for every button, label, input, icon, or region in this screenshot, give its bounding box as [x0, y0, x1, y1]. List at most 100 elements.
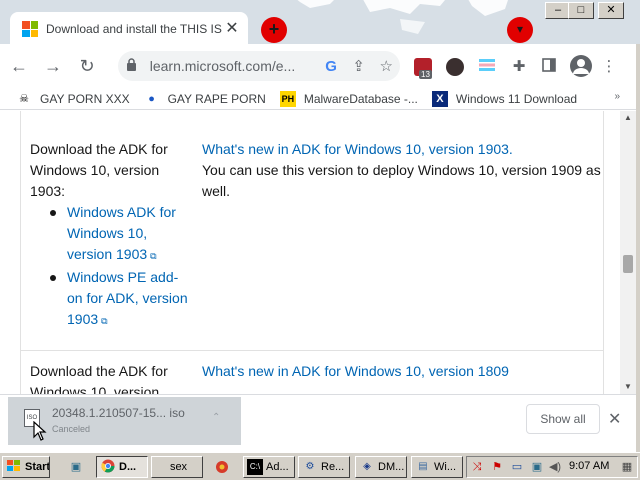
windows-logo-icon [6, 459, 22, 475]
page-content: Download the ADK for Windows 10, version… [0, 111, 620, 394]
globe-icon: ● [148, 92, 155, 105]
taskbar-button-regedit[interactable]: ⚙ Re... [298, 456, 350, 478]
taskbar-button-label: sex [169, 461, 188, 473]
microsoft-logo-icon [22, 21, 38, 37]
tab-search-button[interactable]: ▾ [507, 17, 533, 43]
row-heading: Download the ADK for Windows 10, version… [30, 141, 168, 199]
bookmark-label: MalwareDatabase -... [303, 91, 418, 106]
taskbar-button-label: Re... [321, 461, 345, 473]
tab-strip: Download and install the THIS IS C ✕ + ▾… [0, 0, 640, 44]
close-shelf-icon[interactable]: ✕ [608, 409, 621, 429]
taskbar-button-label: DM... [378, 461, 405, 473]
bookmark-item[interactable]: PH MalwareDatabase -... [279, 90, 418, 107]
bookmark-label: GAY RAPE PORN [167, 91, 266, 106]
bookmark-item[interactable]: ● GAY RAPE PORN [144, 91, 266, 107]
share-icon[interactable]: ⇪ [345, 57, 373, 75]
scroll-up-icon[interactable]: ▲ [620, 111, 636, 125]
puzzle-extensions-icon[interactable]: ✚ [510, 58, 528, 76]
list-item: Windows ADK for Windows 10, version 1903… [30, 202, 190, 267]
windows-pe-addon-link[interactable]: Windows PE add-on for ADK, version 1903 [67, 269, 188, 327]
stripes-extension-icon[interactable] [478, 58, 496, 76]
ph-icon: PH [279, 90, 296, 107]
profile-avatar-icon[interactable] [570, 55, 592, 77]
bookmarks-bar: ☠ GAY PORN XXX ● GAY RAPE PORN PH Malwar… [0, 88, 640, 110]
cmd-icon: C:\ [247, 459, 263, 475]
paint-icon[interactable] [214, 459, 230, 475]
extension-badge: 13 [419, 70, 432, 79]
reload-button[interactable]: ↻ [72, 51, 102, 81]
window-border [636, 44, 640, 480]
download-item[interactable]: ISO 20348.1.210507-15... iso Canceled ⌃ [8, 397, 241, 445]
chrome-icon [100, 459, 116, 475]
vertical-scrollbar[interactable]: ▲ ▼ [620, 111, 636, 394]
taskbar-button-label: Wi... [434, 461, 456, 473]
back-button[interactable]: ← [4, 51, 34, 81]
volume-icon[interactable]: ◀) [547, 459, 563, 475]
download-links-list: Windows ADK for Windows 10, version 1903… [30, 202, 190, 332]
table-cell-right: What's new in ADK for Windows 10, versio… [202, 139, 602, 202]
download-shelf: ISO 20348.1.210507-15... iso Canceled ⌃ … [0, 394, 636, 452]
winpe-icon: ▤ [418, 461, 428, 472]
system-tray: ⤨ ⚑ ▭ ▣ ◀) 9:07 AM ▦ [466, 456, 638, 478]
start-button[interactable]: Start [2, 456, 50, 478]
taskbar-button-chrome[interactable]: D... [96, 456, 148, 478]
ublock-extension-icon[interactable]: 13 [414, 58, 432, 79]
active-tab[interactable]: Download and install the THIS IS C ✕ [10, 12, 248, 44]
show-all-button[interactable]: Show all [526, 404, 600, 434]
windows-adk-link[interactable]: Windows ADK for Windows 10, version 1903 [67, 204, 176, 262]
taskbar-button-dm[interactable]: ◈ DM... [355, 456, 407, 478]
bookmark-star-icon[interactable]: ☆ [372, 57, 400, 75]
lock-icon[interactable] [126, 58, 144, 74]
tray-arrows-icon[interactable]: ⤨ [469, 459, 485, 475]
external-link-icon: ⧉ [101, 316, 108, 326]
address-bar[interactable]: learn.microsoft.com/e... G ⇪ ☆ [118, 51, 400, 81]
chevron-up-icon[interactable]: ⌃ [212, 412, 220, 423]
tray-display-icon[interactable]: ▣ [529, 459, 545, 475]
menu-kebab-icon[interactable]: ⋮ [600, 58, 618, 76]
list-item: Windows PE add-on for ADK, version 1903 ⧉ [30, 267, 190, 332]
table-row: Download the ADK for Windows 10, version… [21, 351, 603, 394]
whats-new-1809-link[interactable]: What's new in ADK for Windows 10, versio… [202, 361, 602, 382]
regedit-icon: ⚙ [305, 461, 315, 472]
taskbar-button-winpe[interactable]: ▤ Wi... [411, 456, 463, 478]
x-icon: X [431, 90, 448, 107]
avatar-extension-icon[interactable] [446, 58, 464, 76]
mouse-cursor-icon [33, 421, 47, 441]
table-cell-left: Download the ADK for Windows 10, version… [30, 139, 190, 332]
row-heading: Download the ADK for Windows 10, version [30, 363, 168, 394]
bookmark-item[interactable]: X Windows 11 Download [431, 90, 577, 107]
download-file-name: 20348.1.210507-15... iso [52, 406, 185, 420]
scroll-down-icon[interactable]: ▼ [620, 380, 636, 394]
taskbar-button-label: D... [119, 461, 137, 473]
tray-computer-icon[interactable]: ▦ [619, 459, 635, 475]
scrollbar-thumb[interactable] [623, 255, 633, 274]
new-tab-button[interactable]: + [261, 17, 287, 43]
table-row: Download the ADK for Windows 10, version… [21, 129, 603, 351]
browser-toolbar: ← → ↻ learn.microsoft.com/e... G ⇪ ☆ 13 … [0, 44, 640, 88]
external-link-icon: ⧉ [150, 251, 157, 261]
clock[interactable]: 9:07 AM [569, 460, 609, 472]
quicklaunch-desktop-icon[interactable]: ▣ [68, 459, 84, 475]
tray-flag-icon[interactable]: ⚑ [489, 459, 505, 475]
row-description: You can use this version to deploy Windo… [202, 162, 601, 199]
url-text[interactable]: learn.microsoft.com/e... [150, 58, 318, 74]
maximize-button[interactable]: □ [568, 2, 594, 19]
whats-new-1903-link[interactable]: What's new in ADK for Windows 10, versio… [202, 139, 602, 160]
bookmarks-overflow-icon[interactable]: » [614, 91, 620, 102]
world-map-background [297, 0, 508, 34]
tab-close-icon[interactable]: ✕ [224, 21, 240, 37]
google-lens-icon[interactable]: G [317, 58, 345, 75]
download-status: Canceled [52, 424, 91, 434]
bookmark-item[interactable]: ☠ GAY PORN XXX [16, 91, 130, 107]
tray-network-icon[interactable]: ▭ [509, 459, 525, 475]
skull-icon: ☠ [19, 92, 29, 105]
windows-taskbar: Start ▣ D... sex C:\ Ad... ⚙ Re... ◈ DM.… [0, 452, 640, 480]
start-label: Start [25, 461, 50, 473]
side-panel-icon[interactable] [540, 58, 558, 76]
dm-icon: ◈ [363, 461, 371, 472]
close-window-button[interactable]: ✕ [598, 2, 624, 19]
bookmark-label: GAY PORN XXX [40, 91, 130, 106]
taskbar-button-sex[interactable]: sex [151, 456, 203, 478]
forward-button[interactable]: → [38, 51, 68, 81]
taskbar-button-cmd[interactable]: C:\ Ad... [243, 456, 295, 478]
